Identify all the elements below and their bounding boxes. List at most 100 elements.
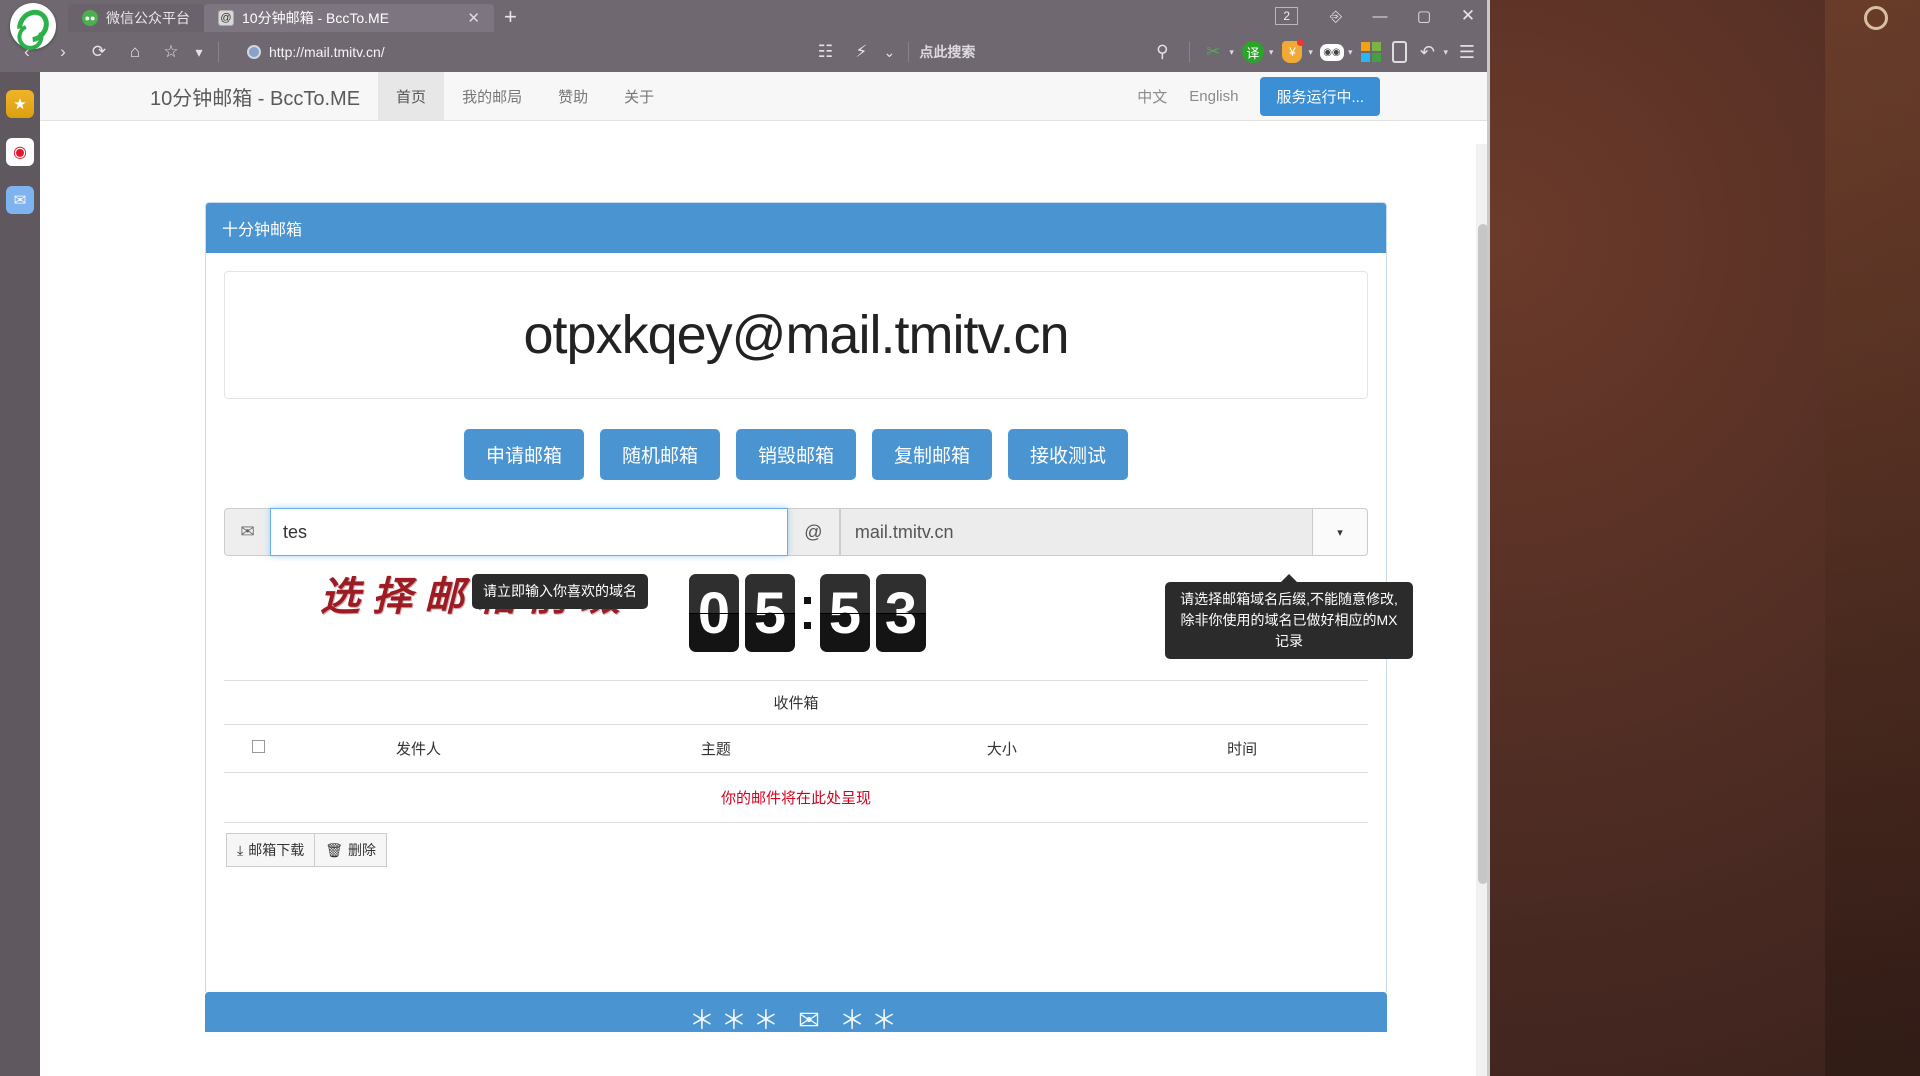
wechat-icon: ●●: [82, 10, 98, 26]
nav-item-sponsor[interactable]: 赞助: [540, 72, 606, 120]
tab-close-icon[interactable]: ✕: [467, 9, 480, 27]
delete-button[interactable]: 🗑 删除: [315, 833, 387, 867]
toolbar-divider: [1189, 42, 1191, 62]
random-mailbox-button[interactable]: 随机邮箱: [599, 429, 720, 480]
prefix-tooltip: 请立即输入你喜欢的域名: [472, 574, 648, 609]
shirt-icon[interactable]: ⎆: [1314, 0, 1358, 32]
mail-prefix-input[interactable]: [270, 508, 788, 556]
gamepad-icon[interactable]: ◉◉: [1319, 39, 1345, 65]
bookmark-star-icon[interactable]: ☆: [154, 35, 188, 69]
column-sender[interactable]: 发件人: [292, 725, 545, 773]
select-all-checkbox[interactable]: [251, 740, 265, 753]
tab-mail[interactable]: @ 10分钟邮箱 - BccTo.ME ✕: [204, 4, 494, 32]
minimize-button[interactable]: —: [1358, 0, 1402, 32]
column-subject[interactable]: 主题: [544, 725, 888, 773]
reload-icon[interactable]: ⟳: [82, 35, 116, 69]
site-header: 10分钟邮箱 - BccTo.ME 首页 我的邮局 赞助 关于 中文 Engli…: [40, 72, 1490, 121]
action-button-row: 申请邮箱 随机邮箱 销毁邮箱 复制邮箱 接收测试: [224, 429, 1368, 480]
panel-body: otpxkqey@mail.tmitv.cn 申请邮箱 随机邮箱 销毁邮箱 复制…: [206, 253, 1413, 993]
browser-window: ●● 微信公众平台 @ 10分钟邮箱 - BccTo.ME ✕ + 2 ⎆ — …: [0, 0, 1490, 1076]
copy-mailbox-button[interactable]: 复制邮箱: [872, 429, 993, 480]
mail-icon[interactable]: ✉: [6, 186, 34, 214]
toolbar-search[interactable]: 点此搜索 ⚲: [919, 35, 1179, 69]
select-all-checkbox-cell[interactable]: [224, 725, 293, 773]
at-symbol: @: [787, 508, 840, 556]
inbox-title: 收件箱: [224, 680, 1368, 725]
address-url: http://mail.tmitv.cn/: [269, 44, 385, 60]
bookmark-caret-icon[interactable]: ▾: [190, 35, 208, 69]
browser-navbar: ‹ › ⟳ ⌂ ☆ ▾ http://mail.tmitv.cn/ ☷ ⚡ ⌄ …: [0, 32, 1490, 72]
chevron-down-icon[interactable]: ▾: [1312, 508, 1368, 556]
countdown-timer: 0 5 5 3: [689, 574, 926, 652]
browser-titlebar: ●● 微信公众平台 @ 10分钟邮箱 - BccTo.ME ✕ + 2 ⎆ — …: [0, 0, 1490, 49]
web-page: 10分钟邮箱 - BccTo.ME 首页 我的邮局 赞助 关于 中文 Engli…: [40, 72, 1490, 1076]
lang-english[interactable]: English: [1189, 88, 1238, 105]
window-edge: [1487, 0, 1490, 1076]
search-placeholder: 点此搜索: [919, 44, 976, 60]
phone-icon[interactable]: [1386, 39, 1412, 65]
tab-title: 微信公众平台: [106, 10, 190, 26]
translate-icon[interactable]: 译: [1240, 39, 1266, 65]
nav-item-home[interactable]: 首页: [378, 72, 445, 120]
maximize-button[interactable]: ▢: [1402, 0, 1446, 32]
lang-chinese[interactable]: 中文: [1137, 86, 1167, 107]
translate-caret-icon[interactable]: ▾: [1269, 47, 1274, 58]
nav-item-mypost[interactable]: 我的邮局: [444, 72, 540, 120]
site-header-right: 中文 English 服务运行中...: [1137, 72, 1490, 120]
domain-tooltip: 请选择邮箱域名后缀,不能随意修改,除非你使用的域名已做好相应的MX记录: [1165, 574, 1413, 659]
destroy-mailbox-button[interactable]: 销毁邮箱: [735, 429, 856, 480]
apply-mailbox-button[interactable]: 申请邮箱: [463, 429, 584, 480]
receive-test-button[interactable]: 接收测试: [1008, 429, 1129, 480]
security-icon: [247, 45, 261, 59]
panel-bottom-spacer: [224, 867, 1368, 975]
lightning-caret-icon[interactable]: ⌄: [880, 35, 898, 69]
tab-title: 10分钟邮箱 - BccTo.ME: [242, 10, 390, 26]
tab-wechat[interactable]: ●● 微信公众平台: [68, 4, 204, 32]
close-button[interactable]: ✕: [1446, 0, 1490, 32]
inbox-footer-buttons: ⤓ 邮箱下载 🗑 删除: [224, 823, 1368, 867]
panel-title: 十分钟邮箱: [206, 203, 1386, 253]
mail-input-row: ✉ @ mail.tmitv.cn ▾: [224, 508, 1368, 556]
search-icon[interactable]: ⚲: [1145, 35, 1179, 69]
new-tab-button[interactable]: +: [504, 4, 517, 30]
download-mailbox-button[interactable]: ⤓ 邮箱下载: [226, 833, 316, 867]
toolbar-divider: [218, 42, 219, 62]
tab-count-badge[interactable]: 2: [1275, 7, 1298, 25]
bookmarks-sidebar: ★ ◉ ✉: [0, 72, 40, 1076]
domain-value[interactable]: mail.tmitv.cn: [839, 508, 1312, 556]
inbox-empty-message: 你的邮件将在此处呈现: [224, 773, 1368, 823]
desktop-rings-icon: [1864, 6, 1916, 36]
scissors-caret-icon[interactable]: ▾: [1229, 47, 1234, 58]
nav-item-about[interactable]: 关于: [606, 72, 672, 120]
tooltip-arrow-icon: [1280, 574, 1298, 583]
gamepad-caret-icon[interactable]: ▾: [1348, 47, 1353, 58]
lightning-icon[interactable]: ⚡: [844, 35, 878, 69]
timer-separator: [804, 597, 811, 629]
mail-address-text[interactable]: otpxkqey@mail.tmitv.cn: [235, 304, 1357, 366]
timer-seconds-ones: 3: [876, 574, 926, 652]
scissors-icon[interactable]: ✂: [1200, 39, 1226, 65]
address-bar[interactable]: http://mail.tmitv.cn/: [237, 39, 806, 65]
home-icon[interactable]: ⌂: [118, 35, 152, 69]
inbox-table: 发件人 主题 大小 时间: [224, 725, 1368, 773]
shield-icon[interactable]: ¥: [1279, 39, 1305, 65]
delete-label: 删除: [347, 842, 376, 858]
bookmark-star-icon[interactable]: ★: [6, 90, 34, 118]
annotation-and-timer-area: 选择邮箱前缀 请立即输入你喜欢的域名 请选择邮箱域名后缀,不能随意修改,除非你使…: [224, 562, 1413, 680]
apps-grid-icon[interactable]: ☷: [808, 35, 842, 69]
ms-squares-icon[interactable]: [1358, 39, 1384, 65]
menu-icon[interactable]: ☰: [1454, 39, 1480, 65]
site-brand[interactable]: 10分钟邮箱 - BccTo.ME: [40, 72, 378, 120]
column-time[interactable]: 时间: [1116, 725, 1368, 773]
browser-logo-icon: [10, 3, 56, 49]
weibo-icon[interactable]: ◉: [6, 138, 34, 166]
timer-minutes-ones: 5: [745, 574, 795, 652]
tab-strip: ●● 微信公众平台 @ 10分钟邮箱 - BccTo.ME ✕ +: [68, 0, 517, 32]
status-badge[interactable]: 服务运行中...: [1260, 76, 1380, 116]
lower-blue-panel-content: ＊＊＊ ✉ ＊＊: [688, 1005, 904, 1035]
shield-caret-icon[interactable]: ▾: [1308, 47, 1313, 58]
undo-caret-icon[interactable]: ▾: [1443, 47, 1448, 58]
column-size[interactable]: 大小: [887, 725, 1117, 773]
undo-icon[interactable]: ↶: [1414, 39, 1440, 65]
translate-glyph: 译: [1241, 41, 1264, 63]
